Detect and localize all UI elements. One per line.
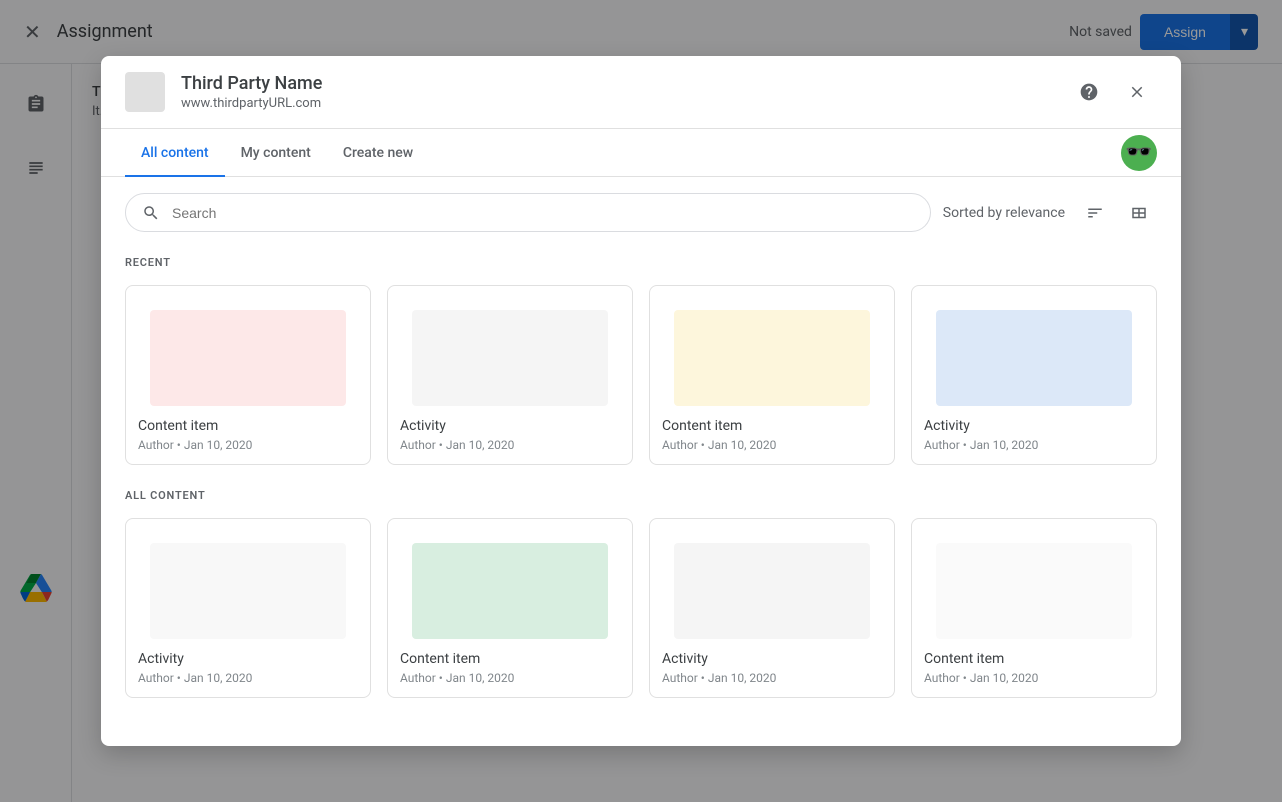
- card-title-1: Activity: [400, 418, 620, 434]
- tab-create-new[interactable]: Create new: [327, 129, 429, 177]
- modal-content: RECENT Content item Author • Jan 10, 202…: [101, 248, 1181, 746]
- card-meta-1: Author • Jan 10, 2020: [400, 438, 620, 452]
- card-thumb-2: [650, 286, 894, 406]
- card-thumb-0: [126, 286, 370, 406]
- sort-options-button[interactable]: [1077, 195, 1113, 231]
- grid-view-button[interactable]: [1121, 195, 1157, 231]
- card-meta-0: Author • Jan 10, 2020: [138, 438, 358, 452]
- third-party-logo: [125, 72, 165, 112]
- content-picker-modal: Third Party Name www.thirdpartyURL.com A…: [101, 56, 1181, 746]
- card-title-0: Content item: [138, 418, 358, 434]
- recent-section: RECENT Content item Author • Jan 10, 202…: [125, 256, 1157, 465]
- tab-all-content[interactable]: All content: [125, 129, 225, 177]
- card-title-2: Content item: [662, 418, 882, 434]
- search-input[interactable]: [172, 205, 914, 221]
- all-card-title-0: Activity: [138, 651, 358, 667]
- card-thumb-image-1: [412, 310, 607, 406]
- card-info-2: Content item Author • Jan 10, 2020: [650, 406, 894, 464]
- help-button[interactable]: [1069, 72, 1109, 112]
- modal-close-button[interactable]: [1117, 72, 1157, 112]
- all-card-info-2: Activity Author • Jan 10, 2020: [650, 639, 894, 697]
- all-card-thumb-image-1: [412, 543, 607, 639]
- recent-card-2[interactable]: Content item Author • Jan 10, 2020: [649, 285, 895, 465]
- avatar-image: 🕶️: [1121, 135, 1157, 171]
- modal-header-actions: [1069, 72, 1157, 112]
- card-title-3: Activity: [924, 418, 1144, 434]
- modal-url: www.thirdpartyURL.com: [181, 96, 1069, 111]
- card-thumb-1: [388, 286, 632, 406]
- all-card-thumb-3: [912, 519, 1156, 639]
- modal-header: Third Party Name www.thirdpartyURL.com: [101, 56, 1181, 129]
- all-card-title-2: Activity: [662, 651, 882, 667]
- card-thumb-image-2: [674, 310, 869, 406]
- all-content-section: ALL CONTENT Activity Author • Jan 10, 20…: [125, 489, 1157, 698]
- modal-header-info: Third Party Name www.thirdpartyURL.com: [181, 73, 1069, 111]
- card-info-1: Activity Author • Jan 10, 2020: [388, 406, 632, 464]
- all-card-meta-2: Author • Jan 10, 2020: [662, 671, 882, 685]
- modal-overlay: Third Party Name www.thirdpartyURL.com A…: [0, 0, 1282, 802]
- all-card-meta-0: Author • Jan 10, 2020: [138, 671, 358, 685]
- all-card-meta-3: Author • Jan 10, 2020: [924, 671, 1144, 685]
- all-card-3[interactable]: Content item Author • Jan 10, 2020: [911, 518, 1157, 698]
- search-area: Sorted by relevance: [101, 177, 1181, 248]
- card-info-3: Activity Author • Jan 10, 2020: [912, 406, 1156, 464]
- all-card-info-1: Content item Author • Jan 10, 2020: [388, 639, 632, 697]
- all-card-0[interactable]: Activity Author • Jan 10, 2020: [125, 518, 371, 698]
- all-card-thumb-2: [650, 519, 894, 639]
- all-card-title-3: Content item: [924, 651, 1144, 667]
- all-card-thumb-image-2: [674, 543, 869, 639]
- all-card-info-3: Content item Author • Jan 10, 2020: [912, 639, 1156, 697]
- user-avatar[interactable]: 🕶️: [1121, 135, 1157, 171]
- all-card-info-0: Activity Author • Jan 10, 2020: [126, 639, 370, 697]
- card-thumb-image-0: [150, 310, 345, 406]
- recent-section-label: RECENT: [125, 256, 1157, 269]
- card-info-0: Content item Author • Jan 10, 2020: [126, 406, 370, 464]
- all-card-1[interactable]: Content item Author • Jan 10, 2020: [387, 518, 633, 698]
- all-content-cards-grid: Activity Author • Jan 10, 2020 Content i…: [125, 518, 1157, 698]
- recent-card-1[interactable]: Activity Author • Jan 10, 2020: [387, 285, 633, 465]
- all-card-thumb-image-3: [936, 543, 1131, 639]
- search-box[interactable]: [125, 193, 931, 232]
- all-card-thumb-1: [388, 519, 632, 639]
- all-card-2[interactable]: Activity Author • Jan 10, 2020: [649, 518, 895, 698]
- recent-card-0[interactable]: Content item Author • Jan 10, 2020: [125, 285, 371, 465]
- all-card-meta-1: Author • Jan 10, 2020: [400, 671, 620, 685]
- recent-card-3[interactable]: Activity Author • Jan 10, 2020: [911, 285, 1157, 465]
- modal-tabs: All content My content Create new 🕶️: [101, 129, 1181, 177]
- all-content-section-label: ALL CONTENT: [125, 489, 1157, 502]
- search-icon: [142, 202, 160, 223]
- sort-label: Sorted by relevance: [943, 205, 1065, 221]
- all-card-title-1: Content item: [400, 651, 620, 667]
- card-thumb-3: [912, 286, 1156, 406]
- tab-my-content[interactable]: My content: [225, 129, 327, 177]
- all-card-thumb-0: [126, 519, 370, 639]
- card-meta-2: Author • Jan 10, 2020: [662, 438, 882, 452]
- all-card-thumb-image-0: [150, 543, 345, 639]
- modal-title: Third Party Name: [181, 73, 1069, 94]
- card-thumb-image-3: [936, 310, 1131, 406]
- sort-icons-group: [1077, 195, 1157, 231]
- card-meta-3: Author • Jan 10, 2020: [924, 438, 1144, 452]
- recent-cards-grid: Content item Author • Jan 10, 2020 Activ…: [125, 285, 1157, 465]
